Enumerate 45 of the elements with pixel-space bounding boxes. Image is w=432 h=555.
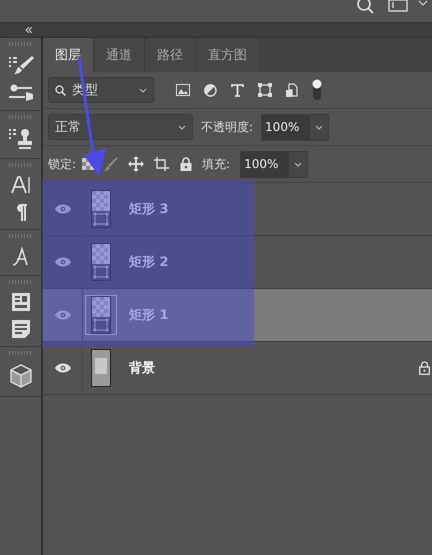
layer-name: 背景 <box>129 360 155 377</box>
layer-name: 矩形 2 <box>129 254 169 271</box>
chevron-icon <box>178 124 186 130</box>
collapse-icon[interactable] <box>25 27 33 33</box>
note-icon[interactable] <box>12 320 30 338</box>
stamp-icon[interactable] <box>8 128 34 150</box>
eye-icon[interactable] <box>54 257 70 267</box>
crop-icon[interactable] <box>154 157 170 171</box>
cube-icon[interactable] <box>10 364 32 388</box>
shape-filter-icon[interactable] <box>258 83 272 97</box>
layer-name: 矩形 1 <box>129 307 169 324</box>
move-icon[interactable] <box>128 156 144 172</box>
document-icon[interactable] <box>388 0 408 12</box>
shape-layer-thumbnail <box>90 295 112 335</box>
image-filter-icon[interactable] <box>176 84 190 96</box>
opacity-label: 不透明度: <box>201 118 254 136</box>
blend-mode-value: 正常 <box>55 119 81 136</box>
eye-icon[interactable] <box>54 310 70 320</box>
shape-layer-thumbnail <box>90 242 112 282</box>
chevron-icon <box>139 88 147 92</box>
panel-tab[interactable]: 路径 <box>145 38 196 72</box>
lock-icon[interactable] <box>180 157 192 171</box>
character-icon[interactable] <box>10 176 30 194</box>
adjustments-icon[interactable] <box>8 84 34 102</box>
layout-icon[interactable] <box>12 293 30 311</box>
eye-icon[interactable] <box>54 363 70 373</box>
blend-mode-dropdown[interactable]: 正常 <box>48 114 193 140</box>
lock-label: 锁定: <box>48 156 76 172</box>
fill-label: 填充: <box>202 156 230 172</box>
brush-settings-icon[interactable] <box>8 55 34 75</box>
glyph-icon[interactable] <box>10 247 30 267</box>
adjustment-filter-icon[interactable] <box>204 84 217 96</box>
shape-layer-thumbnail <box>90 189 112 229</box>
layer-row[interactable]: 背景 <box>43 342 432 395</box>
eye-icon[interactable] <box>54 204 70 214</box>
panel-tab[interactable]: 通道 <box>94 38 145 72</box>
type-filter-icon[interactable] <box>231 84 244 96</box>
toggle-switch-icon[interactable] <box>312 79 322 101</box>
panel-tab[interactable]: 图层 <box>43 38 94 72</box>
search-icon <box>55 84 66 96</box>
image-thumbnail <box>90 348 112 388</box>
layer-name: 矩形 3 <box>129 201 169 218</box>
smart-object-filter-icon[interactable] <box>286 83 298 97</box>
panel-tab[interactable]: 直方图 <box>196 38 260 72</box>
caret-icon[interactable] <box>418 0 428 8</box>
